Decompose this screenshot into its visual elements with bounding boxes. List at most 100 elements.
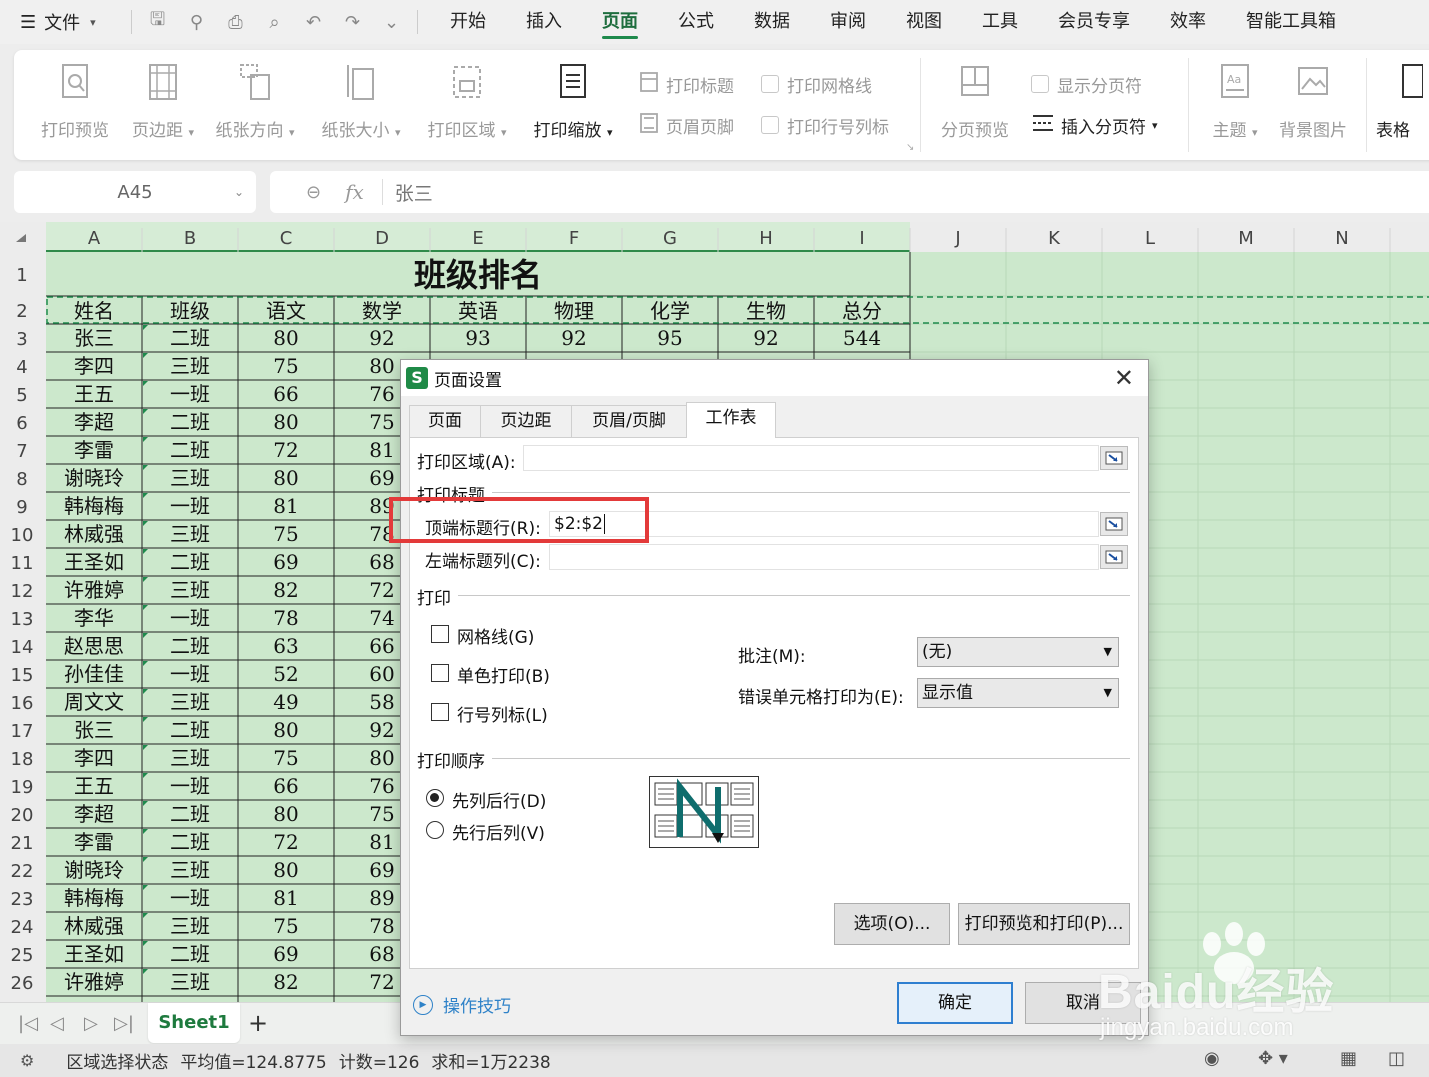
tips-link[interactable]: ▶ 操作技巧: [413, 992, 511, 1017]
tab-7[interactable]: 工具: [962, 0, 1038, 44]
options-button[interactable]: 选项(O)...: [834, 903, 950, 945]
table-cell[interactable]: 544: [843, 326, 881, 350]
row-header-16[interactable]: 16: [11, 693, 34, 714]
formula-bar[interactable]: ⊖ fx 张三: [270, 171, 1429, 213]
table-cell[interactable]: 75: [273, 746, 298, 770]
last-sheet-icon[interactable]: ▷|: [114, 1013, 134, 1034]
table-cell[interactable]: 82: [273, 578, 298, 602]
add-sheet-button[interactable]: +: [248, 1009, 268, 1037]
table-cell[interactable]: 80: [273, 858, 298, 882]
table-cell[interactable]: 王五: [74, 774, 114, 798]
table-cell[interactable]: 林威强: [64, 914, 124, 938]
table-cell[interactable]: 80: [273, 802, 298, 826]
tab-10[interactable]: 智能工具箱: [1226, 0, 1356, 44]
sheet-tab-sheet1[interactable]: Sheet1: [148, 1003, 240, 1043]
table-header-cell[interactable]: 数学: [362, 299, 402, 323]
table-header-cell[interactable]: 化学: [650, 299, 690, 323]
table-header-cell[interactable]: 总分: [842, 299, 882, 323]
tab-5[interactable]: 审阅: [810, 0, 886, 44]
table-cell[interactable]: 李四: [74, 354, 114, 378]
tab-margins[interactable]: 页边距: [480, 405, 572, 437]
table-cell[interactable]: 72: [369, 970, 394, 994]
table-cell[interactable]: 谢晓玲: [64, 466, 124, 490]
row-header-12[interactable]: 12: [11, 581, 34, 602]
print-preview-and-print-button[interactable]: 打印预览和打印(P)...: [958, 903, 1130, 945]
print-gridlines-checkbox[interactable]: 打印网格线: [761, 70, 872, 98]
tab-1[interactable]: 插入: [506, 0, 582, 44]
table-cell[interactable]: 二班: [170, 634, 210, 658]
row-header-10[interactable]: 10: [11, 525, 34, 546]
table-cell[interactable]: 二班: [170, 830, 210, 854]
over-then-down-radio[interactable]: [426, 821, 444, 839]
column-header-N[interactable]: N: [1335, 228, 1348, 249]
column-header-E[interactable]: E: [472, 228, 483, 249]
table-cell[interactable]: 李华: [74, 606, 114, 630]
row-header-9[interactable]: 9: [16, 497, 27, 518]
table-cell[interactable]: 二班: [170, 326, 210, 350]
row-header-20[interactable]: 20: [11, 805, 34, 826]
undo-icon[interactable]: ↶: [294, 12, 333, 33]
table-cell[interactable]: 许雅婷: [64, 578, 124, 602]
crosshair-icon[interactable]: ✥ ▾: [1258, 1048, 1288, 1069]
table-cell[interactable]: 林威强: [64, 522, 124, 546]
table-cell[interactable]: 王圣如: [64, 550, 124, 574]
print-area-input[interactable]: [523, 445, 1099, 471]
tab-0[interactable]: 开始: [430, 0, 506, 44]
comments-select[interactable]: (无) ▼: [917, 637, 1119, 667]
print-scale-button[interactable]: 打印缩放 ▾: [528, 62, 618, 152]
table-cell[interactable]: 80: [273, 326, 298, 350]
redo-icon[interactable]: ↷: [333, 12, 372, 33]
row-header-8[interactable]: 8: [16, 469, 27, 490]
table-cell[interactable]: 孙佳佳: [64, 662, 124, 686]
table-cell[interactable]: 75: [369, 802, 394, 826]
file-menu[interactable]: ☰ 文件 ▾: [0, 0, 125, 44]
header-footer-button[interactable]: 页眉页脚: [638, 111, 734, 139]
sheet-title[interactable]: 班级排名: [414, 256, 542, 294]
table-cell[interactable]: 李超: [74, 410, 114, 434]
table-cell[interactable]: 韩梅梅: [64, 886, 124, 910]
dialog-titlebar[interactable]: S 页面设置 ✕: [401, 360, 1148, 396]
table-cell[interactable]: 76: [369, 774, 394, 798]
table-cell[interactable]: 66: [273, 774, 298, 798]
normal-view-icon[interactable]: ▦: [1340, 1048, 1357, 1069]
column-header-D[interactable]: D: [375, 228, 389, 249]
table-cell[interactable]: 69: [369, 858, 394, 882]
range-picker-icon[interactable]: [1100, 446, 1128, 470]
column-header-H[interactable]: H: [759, 228, 773, 249]
table-cell[interactable]: 李四: [74, 746, 114, 770]
table-cell[interactable]: 74: [369, 606, 394, 630]
tab-8[interactable]: 会员专享: [1038, 0, 1150, 44]
row-header-15[interactable]: 15: [11, 665, 34, 686]
column-header-I[interactable]: I: [859, 228, 864, 249]
down-then-over-radio[interactable]: [426, 789, 444, 807]
row-header-2[interactable]: 2: [16, 301, 27, 322]
row-header-13[interactable]: 13: [11, 609, 34, 630]
row-header-4[interactable]: 4: [16, 357, 27, 378]
table-cell[interactable]: 80: [273, 410, 298, 434]
count-status[interactable]: 计数=126: [339, 1048, 420, 1073]
row-header-24[interactable]: 24: [11, 917, 34, 938]
table-cell[interactable]: 68: [369, 550, 394, 574]
table-header-cell[interactable]: 生物: [746, 299, 786, 323]
table-cell[interactable]: 张三: [74, 718, 114, 742]
table-cell[interactable]: 张三: [74, 326, 114, 350]
table-cell[interactable]: 李超: [74, 802, 114, 826]
table-cell[interactable]: 三班: [170, 914, 210, 938]
table-cell[interactable]: 一班: [170, 494, 210, 518]
print-area-button[interactable]: 打印区域 ▾: [422, 62, 512, 152]
row-header-21[interactable]: 21: [11, 833, 34, 854]
table-cell[interactable]: 75: [273, 914, 298, 938]
row-header-22[interactable]: 22: [11, 861, 34, 882]
column-header-A[interactable]: A: [88, 228, 101, 249]
table-cell[interactable]: 63: [273, 634, 298, 658]
table-cell[interactable]: 92: [369, 326, 394, 350]
table-cell[interactable]: 95: [657, 326, 682, 350]
macro-icon[interactable]: ⚙: [20, 1051, 34, 1070]
tab-6[interactable]: 视图: [886, 0, 962, 44]
margins-button[interactable]: 页边距 ▾: [118, 62, 208, 152]
row-header-7[interactable]: 7: [16, 441, 27, 462]
table-header-cell[interactable]: 物理: [554, 299, 594, 323]
table-cell[interactable]: 81: [273, 886, 298, 910]
background-image-button[interactable]: 背景图片: [1268, 62, 1358, 152]
table-cell[interactable]: 三班: [170, 690, 210, 714]
